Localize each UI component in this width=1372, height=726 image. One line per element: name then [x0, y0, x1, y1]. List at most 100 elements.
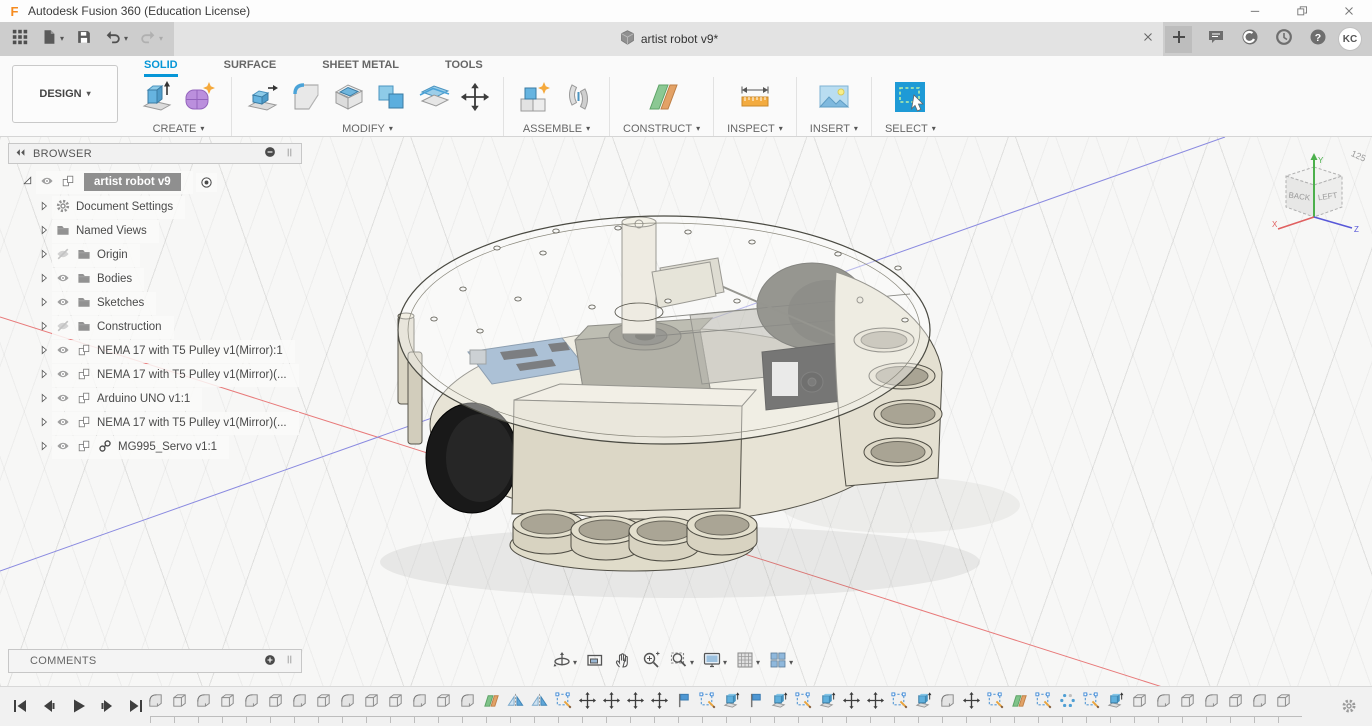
joint-button[interactable]: [560, 79, 596, 120]
timeline-feature-mirror-icon[interactable]: [530, 691, 549, 715]
timeline-feature-move-icon[interactable]: [602, 691, 621, 715]
timeline-ruler[interactable]: [150, 716, 1302, 723]
browser-item[interactable]: Arduino UNO v1:1: [8, 387, 302, 411]
insert-dropdown[interactable]: INSERT▾: [810, 121, 858, 136]
viewport-canvas[interactable]: 125 BACK LEFT X Y Z BROWSER artist robot…: [0, 137, 1372, 686]
timeline-feature-box-icon[interactable]: [1274, 691, 1293, 715]
expander-arrow-icon[interactable]: [21, 174, 34, 190]
design-workspace-dropdown[interactable]: DESIGN ▾: [12, 65, 118, 123]
timeline-feature-box-icon[interactable]: [170, 691, 189, 715]
browser-item[interactable]: Construction: [8, 315, 302, 339]
timeline-feature-extrude-icon[interactable]: [770, 691, 789, 715]
create-dropdown[interactable]: CREATE▾: [153, 121, 205, 136]
tab-tools[interactable]: TOOLS: [445, 59, 483, 77]
timeline-feature-sketch-icon[interactable]: [554, 691, 573, 715]
timeline-feature-chamfer-icon[interactable]: [194, 691, 213, 715]
job-status-button[interactable]: [1236, 26, 1264, 52]
timeline-feature-box-icon[interactable]: [1130, 691, 1149, 715]
browser-item[interactable]: Document Settings: [8, 195, 302, 219]
extrude-button[interactable]: [139, 79, 175, 120]
expander-arrow-icon[interactable]: [38, 416, 50, 431]
timeline-feature-flag-icon[interactable]: [746, 691, 765, 715]
combine-button[interactable]: [374, 79, 410, 120]
timeline-feature-extrude-icon[interactable]: [1106, 691, 1125, 715]
timeline-feature-plane-icon[interactable]: [1010, 691, 1029, 715]
visibility-eye-off-icon[interactable]: [55, 246, 71, 265]
timeline-feature-box-icon[interactable]: [1226, 691, 1245, 715]
new-document-tab-button[interactable]: [1165, 26, 1192, 53]
browser-item[interactable]: MG995_Servo v1:1: [8, 435, 302, 459]
browser-item[interactable]: Named Views: [8, 219, 302, 243]
hide-panel-icon[interactable]: [263, 145, 277, 162]
visibility-eye-icon[interactable]: [55, 366, 71, 385]
app-grid-button[interactable]: [7, 26, 33, 52]
browser-item[interactable]: NEMA 17 with T5 Pulley v1(Mirror)(...: [8, 363, 302, 387]
timeline-feature-move-icon[interactable]: [650, 691, 669, 715]
timeline-feature-move-icon[interactable]: [962, 691, 981, 715]
timeline-feature-chamfer-icon[interactable]: [146, 691, 165, 715]
timeline-feature-move-icon[interactable]: [626, 691, 645, 715]
timeline-feature-chamfer-icon[interactable]: [242, 691, 261, 715]
expander-arrow-icon[interactable]: [38, 200, 50, 215]
expander-arrow-icon[interactable]: [38, 320, 50, 335]
visibility-eye-off-icon[interactable]: [55, 318, 71, 337]
modify-dropdown[interactable]: MODIFY▾: [342, 121, 393, 136]
timeline-feature-chamfer-icon[interactable]: [938, 691, 957, 715]
select-button[interactable]: [892, 79, 928, 120]
expander-arrow-icon[interactable]: [38, 248, 50, 263]
restore-button[interactable]: [1278, 0, 1325, 22]
timeline-feature-flag-icon[interactable]: [674, 691, 693, 715]
timeline-feature-sketch-icon[interactable]: [698, 691, 717, 715]
user-avatar[interactable]: KC: [1338, 27, 1362, 51]
browser-item[interactable]: Sketches: [8, 291, 302, 315]
browser-header[interactable]: BROWSER: [8, 143, 302, 164]
panel-grip-icon[interactable]: [283, 653, 296, 669]
inspect-dropdown[interactable]: INSPECT▾: [727, 121, 783, 136]
browser-item[interactable]: Origin: [8, 243, 302, 267]
show-comments-button[interactable]: [1202, 26, 1230, 52]
timeline-feature-box-icon[interactable]: [218, 691, 237, 715]
timeline-feature-plane-icon[interactable]: [482, 691, 501, 715]
timeline-feature-move-icon[interactable]: [578, 691, 597, 715]
visibility-eye-icon[interactable]: [55, 390, 71, 409]
timeline-feature-chamfer-icon[interactable]: [290, 691, 309, 715]
timeline-feature-sketch-icon[interactable]: [986, 691, 1005, 715]
shell-button[interactable]: [331, 79, 367, 120]
timeline-feature-chamfer-icon[interactable]: [338, 691, 357, 715]
display-settings-button[interactable]: ▾: [702, 650, 727, 675]
redo-button[interactable]: ▾: [135, 26, 167, 52]
timeline-feature-mirror-icon[interactable]: [506, 691, 525, 715]
visibility-eye-icon[interactable]: [55, 414, 71, 433]
notifications-button[interactable]: [1270, 26, 1298, 52]
expander-arrow-icon[interactable]: [38, 224, 50, 239]
file-menu-button[interactable]: ▾: [36, 26, 68, 52]
timeline-feature-box-icon[interactable]: [314, 691, 333, 715]
undo-button[interactable]: ▾: [100, 26, 132, 52]
timeline-feature-box-icon[interactable]: [386, 691, 405, 715]
save-button[interactable]: [71, 26, 97, 52]
insert-image-button[interactable]: [816, 79, 852, 120]
move-copy-button[interactable]: [460, 82, 490, 117]
zoom-button[interactable]: [641, 650, 661, 675]
viewports-button[interactable]: ▾: [768, 650, 793, 675]
visibility-eye-icon[interactable]: [55, 270, 71, 289]
document-tab[interactable]: artist robot v9*: [174, 22, 1163, 56]
timeline-feature-chamfer-icon[interactable]: [458, 691, 477, 715]
timeline-feature-extrude-icon[interactable]: [914, 691, 933, 715]
expander-arrow-icon[interactable]: [38, 344, 50, 359]
step-back-button[interactable]: [39, 696, 59, 721]
comments-panel[interactable]: COMMENTS: [8, 649, 302, 673]
new-component-button[interactable]: [517, 79, 553, 120]
go-to-start-button[interactable]: [10, 696, 30, 721]
timeline-feature-box-icon[interactable]: [266, 691, 285, 715]
orbit-button[interactable]: ▾: [552, 650, 577, 675]
timeline-feature-move-icon[interactable]: [866, 691, 885, 715]
timeline-feature-move-icon[interactable]: [842, 691, 861, 715]
timeline-feature-extrude-icon[interactable]: [818, 691, 837, 715]
timeline-feature-chamfer-icon[interactable]: [1154, 691, 1173, 715]
step-forward-button[interactable]: [97, 696, 117, 721]
select-dropdown[interactable]: SELECT▾: [885, 121, 936, 136]
timeline-feature-sketch-icon[interactable]: [1082, 691, 1101, 715]
help-button[interactable]: ?: [1304, 26, 1332, 52]
collapse-panel-icon[interactable]: [14, 146, 27, 162]
